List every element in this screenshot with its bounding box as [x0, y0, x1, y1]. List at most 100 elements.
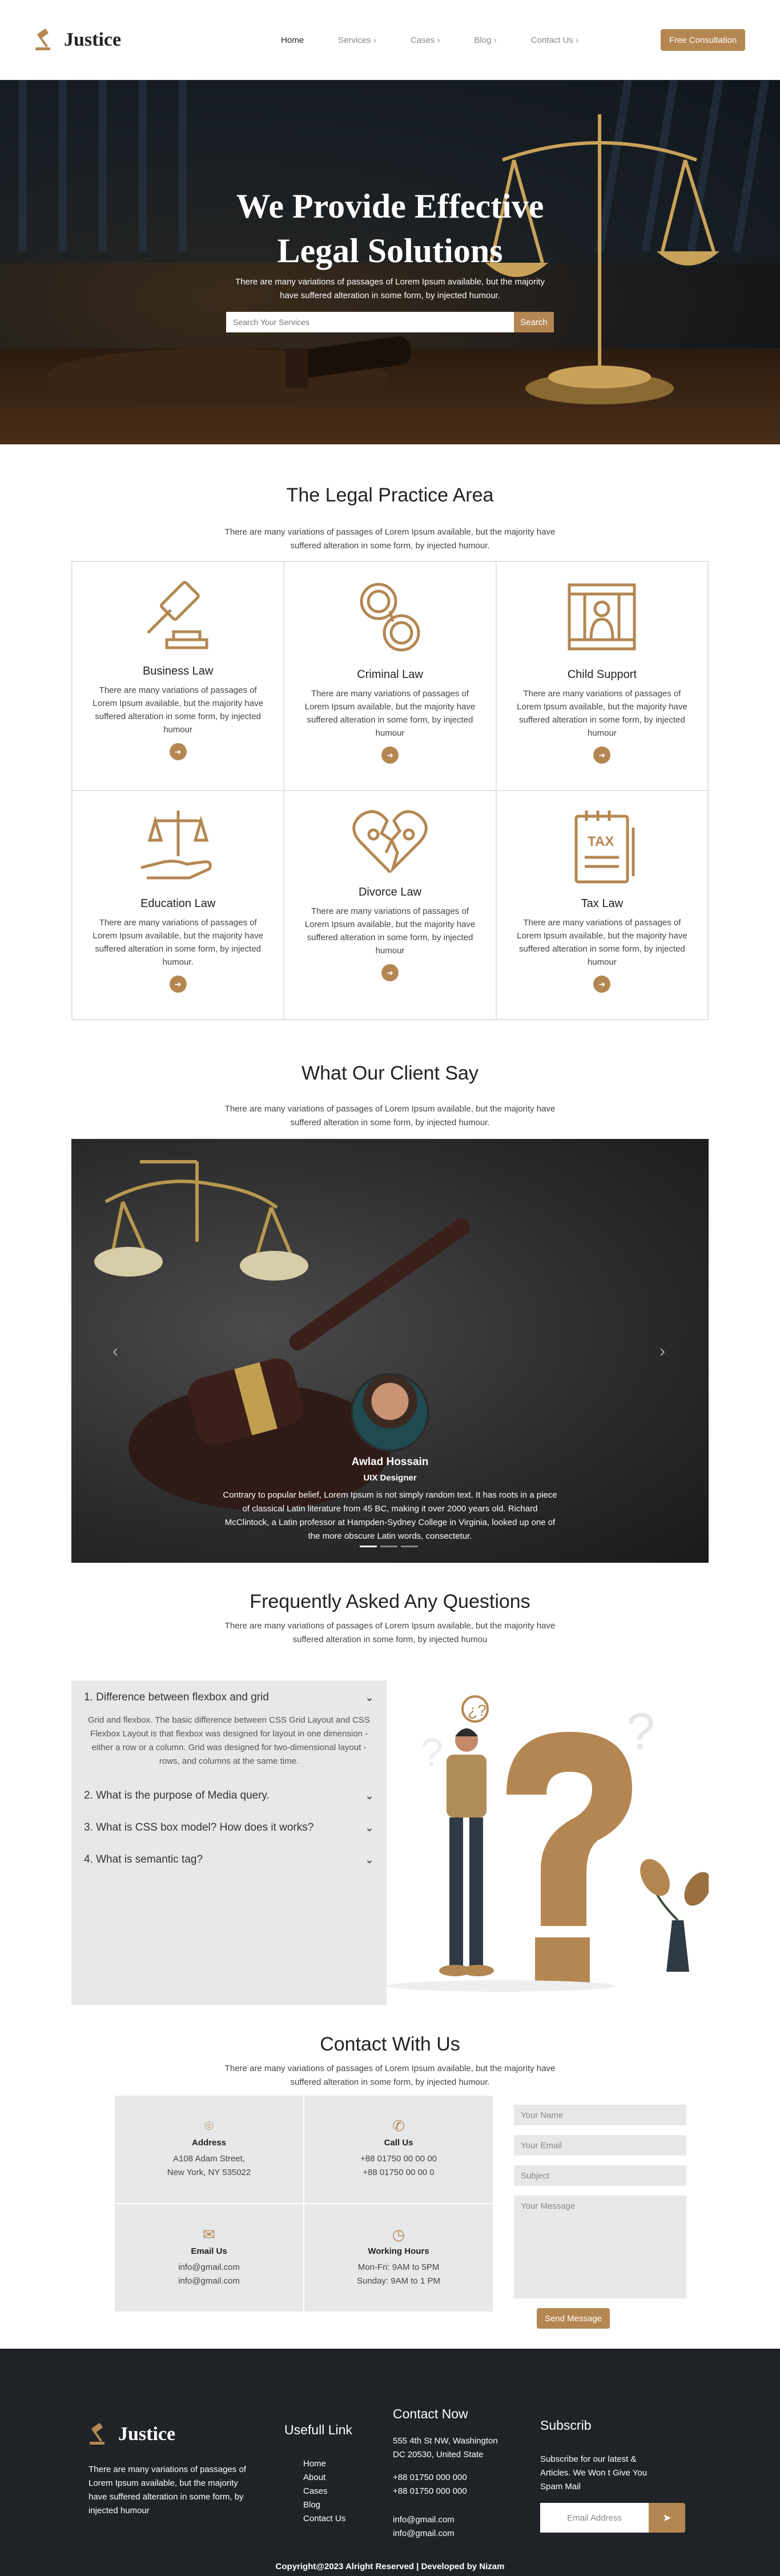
testimonials-subtitle: There are many variations of passages of…: [224, 1104, 556, 1127]
faq-question-2[interactable]: 2. What is the purpose of Media query. ⌄: [71, 1780, 387, 1812]
footer-link-cases[interactable]: Cases: [303, 2485, 345, 2498]
subject-input[interactable]: Subject: [514, 2165, 686, 2186]
hero-title: We Provide Effective Legal Solutions: [236, 187, 544, 270]
handcuffs-icon: [360, 583, 420, 652]
faq-title: Frequently Asked Any Questions: [250, 1591, 530, 1612]
subscribe-text: Subscribe for our latest & Articles. We …: [540, 2454, 648, 2491]
nav-contact[interactable]: Contact Us ›: [531, 35, 578, 45]
footer-links: Home About Cases Blog Contact Us: [303, 2457, 345, 2526]
chevron-left-icon[interactable]: ‹: [112, 1342, 118, 1361]
phone-icon: ✆: [392, 2117, 405, 2134]
hero-subtitle: There are many variations of passages of…: [235, 277, 545, 300]
main-nav: Home Services › Cases › Blog › Contact U…: [281, 35, 578, 45]
arrow-right-icon[interactable]: ➜: [169, 976, 187, 993]
card-title: Divorce Law: [358, 886, 422, 898]
carousel-dots: [360, 1546, 418, 1547]
card-text: There are many variations of passages of…: [304, 689, 476, 738]
card-title: Education Law: [140, 897, 216, 910]
testimonial-name: Awlad Hossain: [351, 1456, 429, 1468]
card-text: There are many variations of passages of…: [93, 685, 263, 735]
faq-subtitle: There are many variations of passages of…: [224, 1621, 556, 1644]
faq-question-1[interactable]: 1. Difference between flexbox and grid ⌄: [71, 1682, 387, 1714]
footer-link-about[interactable]: About: [303, 2471, 345, 2485]
svg-text:?: ?: [421, 1730, 443, 1775]
arrow-right-icon[interactable]: ➜: [169, 743, 187, 760]
send-message-button[interactable]: Send Message: [537, 2308, 610, 2329]
hero-search: Search: [226, 312, 554, 332]
message-textarea[interactable]: Your Message: [514, 2196, 686, 2298]
card-title: Criminal Law: [357, 668, 423, 681]
copyright: Copyright@2023 Alright Reserved | Develo…: [275, 2562, 505, 2571]
gavel-icon: [35, 29, 50, 50]
card-text: There are many variations of passages of…: [517, 918, 687, 967]
card-title: Tax Law: [581, 897, 624, 910]
arrow-right-icon[interactable]: ➜: [381, 747, 399, 764]
carousel-dot[interactable]: [380, 1546, 397, 1547]
faq-accordion: 1. Difference between flexbox and grid ⌄ …: [71, 1680, 387, 2005]
chevron-right-icon[interactable]: ›: [660, 1342, 665, 1361]
arrow-right-icon[interactable]: ➜: [381, 964, 399, 981]
practice-card: Child Support There are many variations …: [496, 561, 708, 791]
tax-document-icon: TAX: [574, 810, 635, 884]
prison-icon: [568, 583, 636, 651]
faq-question-4[interactable]: 4. What is semantic tag? ⌄: [71, 1844, 387, 1876]
gavel-icon: [146, 581, 208, 649]
contact-subtitle: There are many variations of passages of…: [224, 2064, 556, 2087]
carousel-dot[interactable]: [401, 1546, 418, 1547]
avatar: [351, 1373, 429, 1452]
location-pin-icon: ⌾: [204, 2117, 214, 2134]
practice-card: TAX Tax Law There are many variations of…: [496, 791, 708, 1020]
faq-section: 1. Difference between flexbox and grid ⌄ …: [71, 1680, 709, 2005]
footer-logo[interactable]: Justice: [89, 2423, 175, 2446]
footer-about: There are many variations of passages of…: [89, 2465, 246, 2515]
contact-now-title: Contact Now: [393, 2406, 468, 2421]
practice-card: Criminal Law There are many variations o…: [284, 561, 496, 791]
question-illustration: ? ? ¿?: [387, 1680, 709, 2005]
card-text: There are many variations of passages of…: [93, 918, 263, 967]
subscribe-form: Email Address ➤: [540, 2503, 685, 2533]
chevron-down-icon: ⌄: [365, 1789, 374, 1802]
testimonials-title: What Our Client Say: [301, 1062, 479, 1084]
scales-hand-icon: [140, 810, 212, 880]
footer-link-contact[interactable]: Contact Us: [303, 2512, 345, 2526]
nav-services[interactable]: Services ›: [338, 35, 376, 45]
call-box: ✆ Call Us +88 01750 00 00 00 +88 01750 0…: [304, 2095, 493, 2204]
practice-card: Divorce Law There are many variations of…: [284, 791, 496, 1020]
free-consultation-button[interactable]: Free Consultation: [661, 29, 745, 51]
svg-text:¿?: ¿?: [468, 1702, 487, 1719]
chevron-down-icon: ⌄: [365, 1821, 374, 1834]
nav-cases[interactable]: Cases ›: [411, 35, 440, 45]
search-button[interactable]: Search: [514, 312, 554, 332]
arrow-right-icon[interactable]: ➜: [593, 747, 611, 764]
practice-subtitle: There are many variations of passages of…: [224, 527, 556, 551]
footer-link-blog[interactable]: Blog: [303, 2498, 345, 2512]
svg-text:?: ?: [626, 1703, 655, 1760]
subscribe-email-input[interactable]: Email Address: [540, 2503, 649, 2533]
logo-text: Justice: [118, 2423, 176, 2445]
arrow-right-icon[interactable]: ➜: [593, 976, 611, 993]
email-input[interactable]: Your Email: [514, 2135, 686, 2156]
testimonial-quote: Contrary to popular belief, Lorem Ipsum …: [223, 1490, 557, 1541]
practice-card: Business Law There are many variations o…: [72, 561, 284, 791]
practice-grid: Business Law There are many variations o…: [71, 561, 709, 1020]
footer-phones: +88 01750 000 000 +88 01750 000 000: [393, 2473, 467, 2496]
testimonial-carousel: ‹ › Awlad Hossain UIX Designer Contrary …: [71, 1139, 709, 1563]
footer-emails: info@gmail.com info@gmail.com: [393, 2515, 455, 2538]
nav-blog[interactable]: Blog ›: [475, 35, 497, 45]
card-title: Child Support: [567, 668, 637, 681]
card-title: Business Law: [142, 665, 214, 677]
card-text: There are many variations of passages of…: [517, 689, 687, 738]
faq-question-3[interactable]: 3. What is CSS box model? How does it wo…: [71, 1812, 387, 1844]
search-input[interactable]: [226, 312, 514, 332]
nav-home[interactable]: Home: [281, 35, 304, 45]
carousel-dot-active[interactable]: [360, 1546, 377, 1547]
logo[interactable]: Justice: [34, 29, 121, 51]
testimonial-role: UIX Designer: [363, 1473, 417, 1483]
footer-link-home[interactable]: Home: [303, 2457, 345, 2471]
logo-text: Justice: [64, 29, 122, 50]
svg-text:TAX: TAX: [588, 834, 614, 849]
name-input[interactable]: Your Name: [514, 2105, 686, 2125]
send-icon[interactable]: ➤: [649, 2503, 685, 2533]
contact-info-grid: ⌾ Address A108 Adam Street, New York, NY…: [114, 2095, 493, 2312]
chevron-down-icon: ⌄: [365, 1691, 374, 1704]
